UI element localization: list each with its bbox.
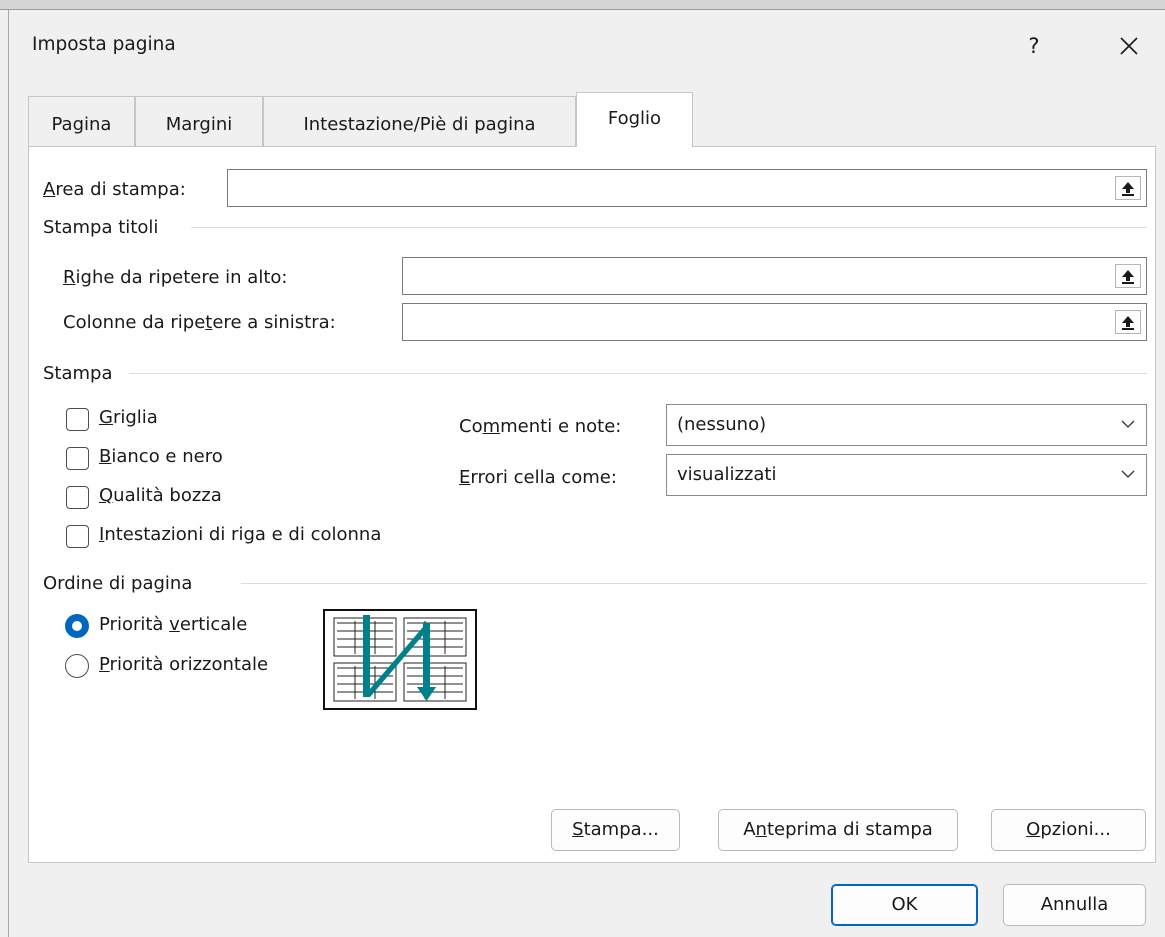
radio-down-then-over[interactable] (65, 614, 89, 638)
comments-select-value: (nessuno) (677, 414, 767, 435)
print-preview-button[interactable]: Anteprima di stampa (718, 809, 958, 851)
checkbox-bianco-nero[interactable] (66, 447, 89, 470)
errors-select[interactable]: visualizzati (666, 454, 1147, 496)
print-area-label: Area di stampa: (43, 179, 186, 200)
options-button[interactable]: Opzioni... (991, 809, 1146, 851)
cols-repeat-label: Colonne da ripetere a sinistra: (63, 312, 336, 333)
radio-over-then-down[interactable] (65, 654, 89, 678)
tab-foglio[interactable]: Foglio (576, 92, 693, 147)
collapse-arrow-icon (1122, 270, 1134, 284)
print-area-input[interactable] (227, 169, 1147, 207)
page-order-preview-image (323, 609, 477, 710)
cancel-button[interactable]: Annulla (1003, 884, 1146, 926)
page-order-preview-icon (333, 615, 467, 702)
page-setup-dialog: Imposta pagina ? Pagina Margini Intestaz… (8, 10, 1165, 937)
comments-dropdown-arrow[interactable] (1110, 405, 1146, 445)
checkbox-bianco-nero-label[interactable]: Bianco e nero (99, 446, 223, 467)
errors-select-value: visualizzati (677, 464, 777, 485)
title-bar: Imposta pagina ? (9, 10, 1165, 80)
checkbox-griglia[interactable] (66, 408, 89, 431)
collapse-arrow-icon (1122, 182, 1134, 196)
tab-pagina[interactable]: Pagina (28, 96, 135, 146)
print-titles-heading: Stampa titoli (43, 217, 159, 238)
errors-label: Errori cella come: (459, 467, 617, 488)
dialog-title: Imposta pagina (32, 34, 176, 55)
print-heading: Stampa (43, 363, 113, 384)
close-button[interactable] (1104, 26, 1154, 66)
print-button[interactable]: Stampa... (551, 809, 680, 851)
print-area-collapse-button[interactable] (1115, 176, 1141, 200)
checkbox-griglia-label[interactable]: Griglia (99, 407, 158, 428)
cols-repeat-input[interactable] (402, 303, 1147, 341)
rows-repeat-label: Righe da ripetere in alto: (63, 267, 288, 288)
tab-margini[interactable]: Margini (135, 96, 263, 146)
collapse-arrow-icon (1122, 316, 1134, 330)
rows-repeat-input[interactable] (402, 257, 1147, 295)
ok-button[interactable]: OK (831, 884, 978, 926)
checkbox-intestazioni-label[interactable]: Intestazioni di riga e di colonna (99, 524, 381, 545)
page-order-heading: Ordine di pagina (43, 573, 193, 594)
checkbox-qualita-bozza[interactable] (66, 486, 89, 509)
errors-dropdown-arrow[interactable] (1110, 455, 1146, 495)
close-icon (1120, 37, 1138, 55)
tab-intestazione[interactable]: Intestazione/Piè di pagina (263, 96, 576, 146)
checkbox-qualita-bozza-label[interactable]: Qualità bozza (99, 485, 222, 506)
radio-down-then-over-label[interactable]: Priorità verticale (99, 614, 247, 635)
comments-label: Commenti e note: (459, 416, 622, 437)
background-window-edge (0, 0, 1165, 10)
radio-over-then-down-label[interactable]: Priorità orizzontale (99, 654, 268, 675)
tab-panel-foglio: Area di stampa: Stampa titoli Righe da r… (28, 146, 1156, 863)
help-button[interactable]: ? (1014, 28, 1054, 64)
page-order-divider (241, 583, 1147, 584)
checkbox-intestazioni[interactable] (66, 525, 89, 548)
chevron-down-icon (1121, 470, 1135, 478)
print-titles-divider (191, 227, 1147, 228)
cols-repeat-collapse-button[interactable] (1115, 310, 1141, 334)
print-divider (129, 373, 1147, 374)
chevron-down-icon (1121, 420, 1135, 428)
comments-select[interactable]: (nessuno) (666, 404, 1147, 446)
rows-repeat-collapse-button[interactable] (1115, 264, 1141, 288)
